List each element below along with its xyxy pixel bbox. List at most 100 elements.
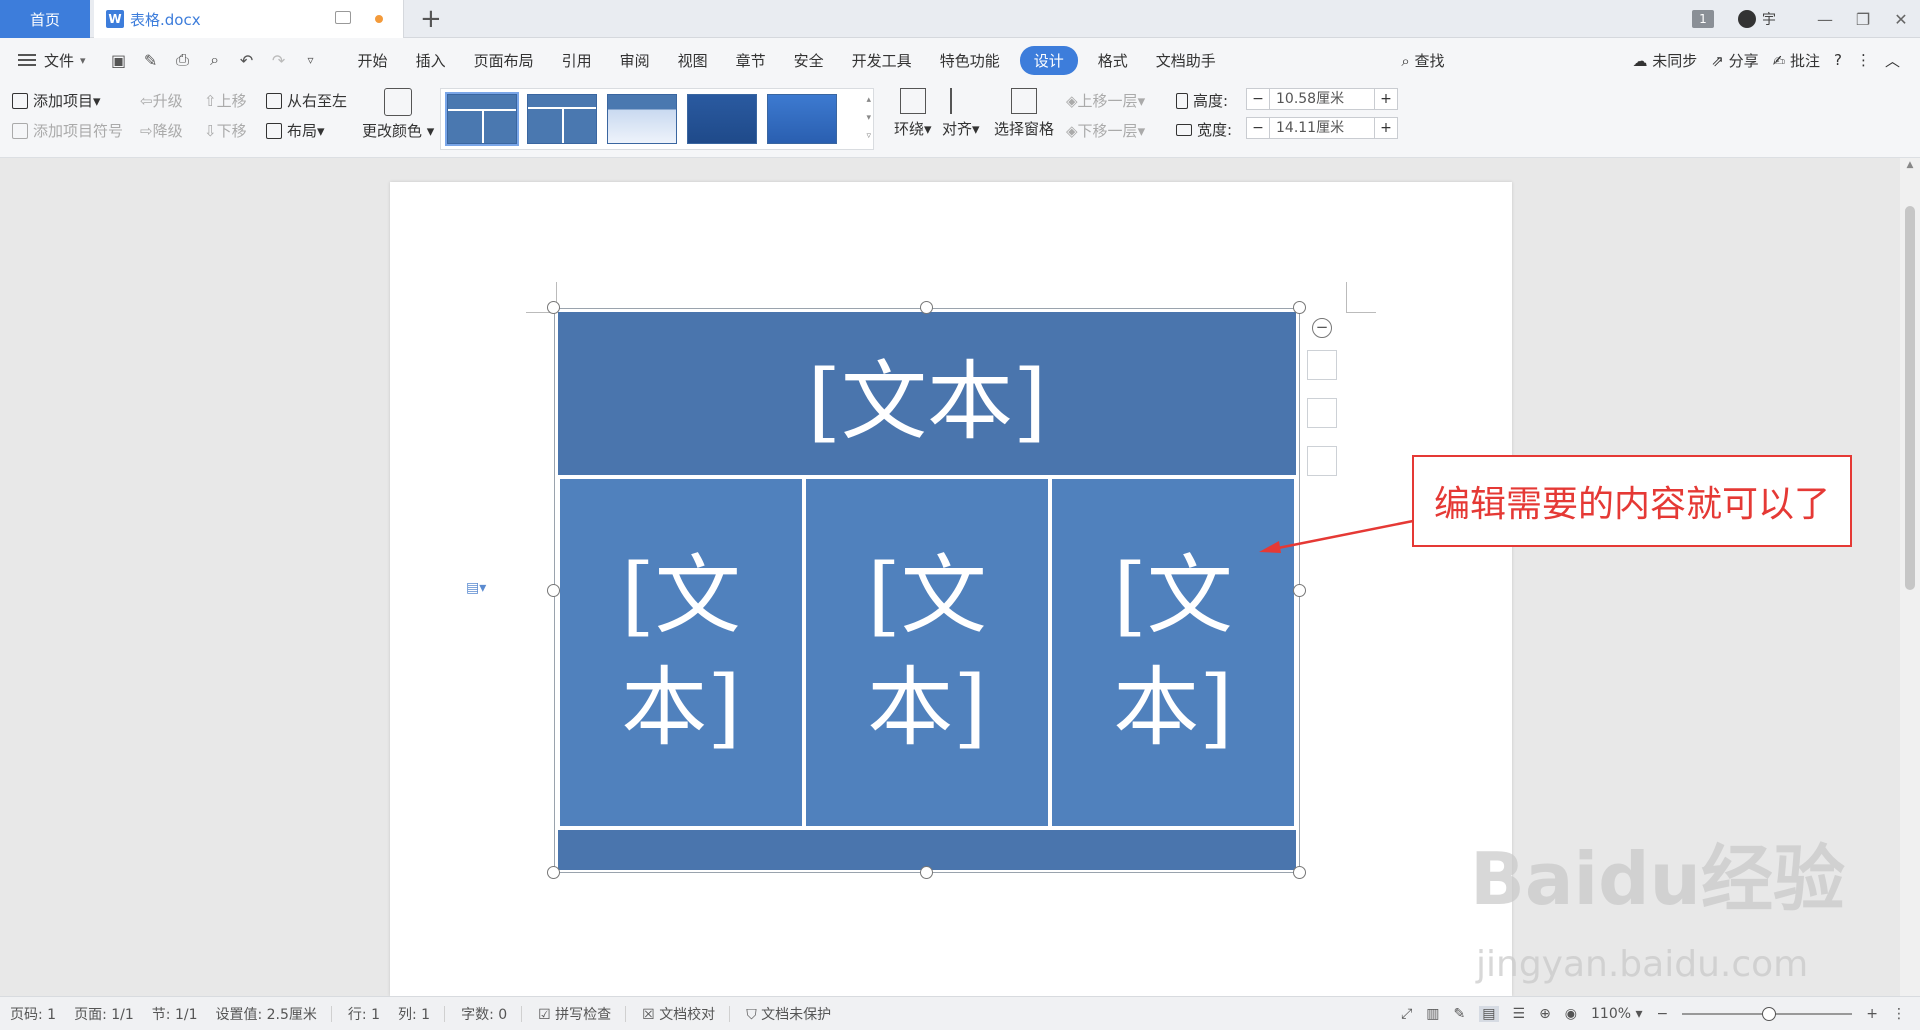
selection-pane-button[interactable]: 选择窗格 <box>994 88 1054 139</box>
sync-button[interactable]: ☁ 未同步 <box>1633 50 1698 71</box>
menu-tab-11[interactable]: 格式 <box>1098 46 1128 75</box>
demote-button[interactable]: ⇨ 降级 <box>140 120 183 141</box>
close-icon[interactable]: ✕ <box>1882 10 1920 29</box>
new-tab-button[interactable]: + <box>420 4 442 34</box>
menu-tab-12[interactable]: 文档助手 <box>1156 46 1216 75</box>
scrollbar-thumb[interactable] <box>1905 206 1915 590</box>
menu-tab-0[interactable]: 开始 <box>358 46 388 75</box>
user-account[interactable]: 宇 <box>1738 9 1776 29</box>
tab-document[interactable]: W 表格.docx <box>94 0 404 38</box>
height-decrease-button[interactable]: − <box>1247 91 1269 107</box>
width-increase-button[interactable]: + <box>1375 120 1397 136</box>
zoom-slider-knob[interactable] <box>1762 1007 1777 1021</box>
resize-handle[interactable] <box>920 301 933 314</box>
layout-options-icon[interactable] <box>1307 350 1337 380</box>
zoom-slider[interactable] <box>1682 1007 1853 1021</box>
status-more-icon[interactable]: ⋮ <box>1892 1006 1906 1022</box>
menu-tab-7[interactable]: 安全 <box>794 46 824 75</box>
doc-protect-button[interactable]: ⛉ 文档未保护 <box>746 1004 831 1024</box>
align-button[interactable]: 对齐▾ <box>942 88 980 139</box>
web-view-icon[interactable]: ⊕ <box>1539 1006 1551 1022</box>
status-word-count[interactable]: 字数: 0 <box>461 1004 507 1024</box>
status-column[interactable]: 列: 1 <box>398 1004 430 1024</box>
menu-tab-4[interactable]: 审阅 <box>620 46 650 75</box>
style-thumb-1[interactable] <box>445 92 519 146</box>
width-decrease-button[interactable]: − <box>1247 120 1269 136</box>
file-menu[interactable]: 文件 ▾ <box>0 50 86 71</box>
fullscreen-icon[interactable]: ⤢ <box>1401 1006 1412 1022</box>
customize-icon[interactable]: ▿ <box>302 53 320 67</box>
window-count-badge[interactable]: 1 <box>1692 10 1714 28</box>
reading-mode-icon[interactable]: ▥ <box>1426 1006 1439 1022</box>
width-input[interactable]: 14.11厘米 <box>1269 118 1375 138</box>
menu-tab-6[interactable]: 章节 <box>736 46 766 75</box>
search-button[interactable]: ⌕ 查找 <box>1401 50 1444 71</box>
resize-handle[interactable] <box>547 301 560 314</box>
undo-icon[interactable]: ↶ <box>238 51 256 70</box>
move-up-button[interactable]: ⇧ 上移 <box>204 90 247 111</box>
height-input[interactable]: 10.58厘米 <box>1269 89 1375 109</box>
gallery-scroll-icon[interactable]: ▴ ▾ ▿ <box>866 91 871 145</box>
tab-home[interactable]: 首页 <box>0 0 90 38</box>
change-color-button[interactable]: 更改颜色 ▾ <box>362 88 434 141</box>
outline-view-icon[interactable]: ☰ <box>1513 1006 1526 1022</box>
save-icon[interactable]: ▣ <box>110 51 128 70</box>
resize-handle[interactable] <box>547 866 560 879</box>
paste-options-icon[interactable]: ▤▾ <box>466 580 486 596</box>
zoom-out-button[interactable]: − <box>1657 1006 1669 1022</box>
status-setting[interactable]: 设置值: 2.5厘米 <box>215 1004 316 1024</box>
height-stepper[interactable]: −10.58厘米 + <box>1246 88 1398 110</box>
layout-button[interactable]: 布局 ▾ <box>266 120 325 141</box>
status-section[interactable]: 节: 1/1 <box>152 1004 198 1024</box>
menu-tab-1[interactable]: 插入 <box>416 46 446 75</box>
crop-frame-icon[interactable] <box>1307 446 1337 476</box>
print-icon[interactable]: ⎙ <box>174 50 192 70</box>
menu-tab-10[interactable]: 设计 <box>1019 45 1078 75</box>
scroll-up-icon[interactable]: ▲ <box>1900 160 1920 170</box>
redo-icon[interactable]: ↷ <box>270 51 288 70</box>
collapse-circle-icon[interactable]: − <box>1312 318 1332 338</box>
add-bullet-button[interactable]: 添加项目符号 <box>12 120 123 141</box>
spell-check-button[interactable]: ☑ 拼写检查 <box>538 1004 611 1024</box>
page-view-icon[interactable]: ▤ <box>1479 1006 1499 1022</box>
smartart-bottom-bar[interactable] <box>558 830 1296 870</box>
resize-handle[interactable] <box>1293 301 1306 314</box>
minimize-icon[interactable]: — <box>1806 10 1844 29</box>
style-thumb-2[interactable] <box>527 94 597 144</box>
zoom-in-button[interactable]: + <box>1866 1006 1878 1022</box>
smartart-graphic[interactable]: [文本] [文本] [文本] [文本] <box>547 301 1306 879</box>
status-page-number[interactable]: 页码: 1 <box>10 1004 56 1024</box>
monitor-icon[interactable] <box>335 11 351 24</box>
status-row[interactable]: 行: 1 <box>348 1004 380 1024</box>
menu-tab-2[interactable]: 页面布局 <box>474 46 534 75</box>
menu-tab-3[interactable]: 引用 <box>562 46 592 75</box>
format-painter-icon[interactable]: ✎ <box>142 51 160 70</box>
write-mode-icon[interactable]: ✎ <box>1454 1006 1466 1022</box>
promote-button[interactable]: ⇦ 升级 <box>140 90 183 111</box>
style-thumb-4[interactable] <box>687 94 757 144</box>
restore-icon[interactable]: ❐ <box>1844 10 1882 29</box>
smartart-column-box-1[interactable]: [文本] <box>560 479 802 826</box>
eye-protection-icon[interactable]: ◉ <box>1565 1006 1577 1022</box>
style-thumb-3[interactable] <box>607 94 677 144</box>
print-preview-icon[interactable]: ⌕ <box>206 50 224 70</box>
move-down-button[interactable]: ⇩ 下移 <box>204 120 247 141</box>
add-item-button[interactable]: 添加项目 ▾ <box>12 90 101 111</box>
right-to-left-button[interactable]: 从右至左 <box>266 90 347 111</box>
zoom-level[interactable]: 110% ▾ <box>1591 1006 1643 1022</box>
width-stepper[interactable]: −14.11厘米 + <box>1246 117 1398 139</box>
share-button[interactable]: ⇗ 分享 <box>1711 50 1758 71</box>
resize-handle[interactable] <box>1293 584 1306 597</box>
wrap-button[interactable]: 环绕▾ <box>894 88 932 139</box>
more-icon[interactable]: ⋮ <box>1856 51 1871 69</box>
resize-handle[interactable] <box>547 584 560 597</box>
fill-style-icon[interactable] <box>1307 398 1337 428</box>
collapse-ribbon-icon[interactable]: ︿ <box>1885 50 1900 71</box>
resize-handle[interactable] <box>920 866 933 879</box>
send-backward-button[interactable]: ◈ 下移一层 ▾ <box>1066 120 1145 141</box>
style-thumb-5[interactable] <box>767 94 837 144</box>
smartart-column-box-2[interactable]: [文本] <box>806 479 1048 826</box>
vertical-scrollbar[interactable]: ▲ <box>1900 158 1920 996</box>
resize-handle[interactable] <box>1293 866 1306 879</box>
smartart-top-box[interactable]: [文本] <box>558 312 1296 475</box>
